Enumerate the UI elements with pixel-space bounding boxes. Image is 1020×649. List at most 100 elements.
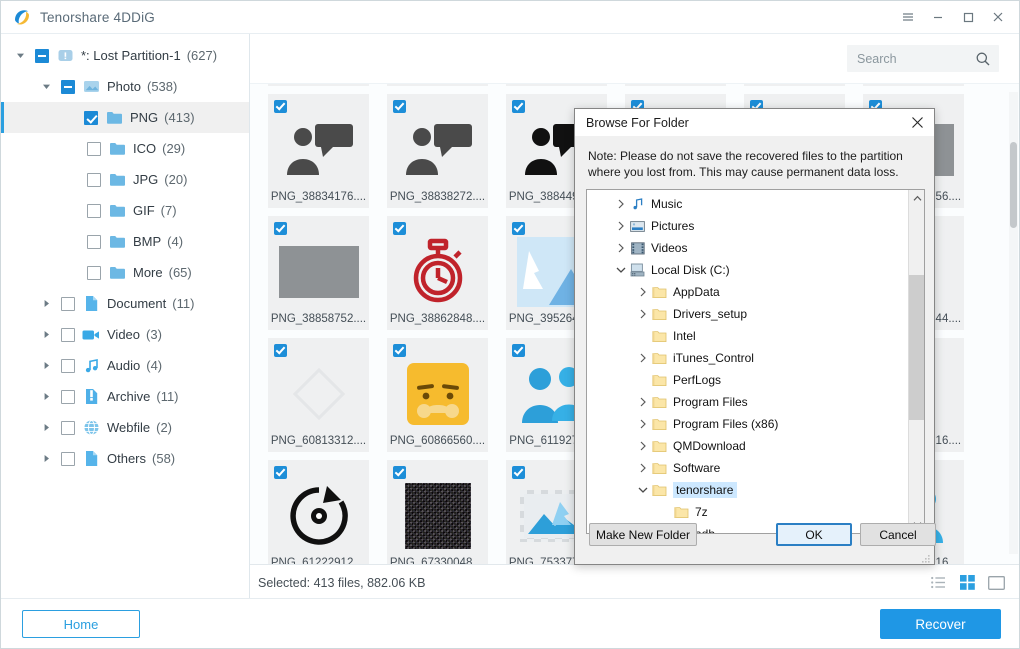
sidebar-item-checkbox[interactable] bbox=[61, 80, 75, 94]
sidebar-item-checkbox[interactable] bbox=[61, 421, 75, 435]
sidebar-item-ico[interactable]: ICO(29) bbox=[1, 133, 249, 164]
sidebar-item-checkbox[interactable] bbox=[61, 328, 75, 342]
minimize-icon[interactable] bbox=[923, 1, 953, 34]
sidebar-item-others[interactable]: Others(58) bbox=[1, 443, 249, 474]
chevron-right-icon[interactable] bbox=[635, 284, 651, 300]
folder-tree-item-7z[interactable]: 7z bbox=[587, 501, 924, 523]
thumbnail-checkbox[interactable] bbox=[512, 344, 525, 357]
sidebar-item-png[interactable]: PNG(413) bbox=[1, 102, 249, 133]
sidebar-item-checkbox[interactable] bbox=[87, 266, 101, 280]
thumbnail-checkbox[interactable] bbox=[393, 222, 406, 235]
folder-tree-item-itunes-control[interactable]: iTunes_Control bbox=[587, 347, 924, 369]
sidebar-item-checkbox[interactable] bbox=[84, 111, 98, 125]
thumbnail-cell[interactable]: PNG_67330048.... bbox=[387, 460, 488, 564]
sidebar-item-checkbox[interactable] bbox=[87, 142, 101, 156]
close-icon[interactable] bbox=[983, 1, 1013, 34]
sidebar-item-checkbox[interactable] bbox=[87, 235, 101, 249]
chevron-right-icon[interactable] bbox=[635, 460, 651, 476]
search-box[interactable] bbox=[847, 45, 999, 72]
thumbnail-checkbox[interactable] bbox=[393, 100, 406, 113]
chevron-right-icon[interactable] bbox=[38, 327, 54, 343]
chevron-right-icon[interactable] bbox=[635, 394, 651, 410]
sidebar-item-checkbox[interactable] bbox=[61, 297, 75, 311]
folder-tree-scrollbar-thumb[interactable] bbox=[909, 275, 925, 420]
thumbnail-checkbox[interactable] bbox=[512, 100, 525, 113]
sidebar-item-more[interactable]: More(65) bbox=[1, 257, 249, 288]
thumbnail-cell[interactable]: PNG_38862848.... bbox=[387, 216, 488, 330]
chevron-right-icon[interactable] bbox=[38, 420, 54, 436]
chevron-right-icon[interactable] bbox=[38, 296, 54, 312]
search-icon[interactable] bbox=[975, 51, 991, 67]
chevron-right-icon[interactable] bbox=[613, 240, 629, 256]
chevron-right-icon[interactable] bbox=[613, 218, 629, 234]
grid-scrollbar-thumb[interactable] bbox=[1010, 142, 1017, 228]
folder-tree-item-software[interactable]: Software bbox=[587, 457, 924, 479]
folder-tree-item-perflogs[interactable]: PerfLogs bbox=[587, 369, 924, 391]
thumbnail-checkbox[interactable] bbox=[393, 466, 406, 479]
thumbnail-cell[interactable]: PNG_61222912.... bbox=[268, 460, 369, 564]
sidebar-item-jpg[interactable]: JPG(20) bbox=[1, 164, 249, 195]
thumbnail-cell[interactable]: PNG_60813312.... bbox=[268, 338, 369, 452]
cancel-button[interactable]: Cancel bbox=[860, 523, 936, 546]
sidebar-item-bmp[interactable]: BMP(4) bbox=[1, 226, 249, 257]
sidebar-item-checkbox[interactable] bbox=[61, 452, 75, 466]
sidebar-item-checkbox[interactable] bbox=[35, 49, 49, 63]
thumbnail-checkbox[interactable] bbox=[274, 344, 287, 357]
thumbnail-cell[interactable]: PNG_38830080.... bbox=[268, 84, 369, 86]
chevron-right-icon[interactable] bbox=[635, 416, 651, 432]
menu-icon[interactable] bbox=[893, 1, 923, 34]
sidebar-item-checkbox[interactable] bbox=[61, 390, 75, 404]
sidebar-item-document[interactable]: Document(11) bbox=[1, 288, 249, 319]
grid-view-icon[interactable] bbox=[958, 574, 976, 592]
thumbnail-cell[interactable]: PNG_38840320.... bbox=[625, 84, 726, 86]
chevron-right-icon[interactable] bbox=[38, 389, 54, 405]
folder-tree-item-tenorshare[interactable]: tenorshare bbox=[587, 479, 924, 501]
thumbnail-checkbox[interactable] bbox=[274, 100, 287, 113]
folder-tree-item-intel[interactable]: Intel bbox=[587, 325, 924, 347]
folder-tree[interactable]: MusicPicturesVideosLocal Disk (C:)AppDat… bbox=[586, 189, 925, 534]
sidebar-item-photo[interactable]: Photo(538) bbox=[1, 71, 249, 102]
chevron-right-icon[interactable] bbox=[635, 306, 651, 322]
folder-tree-item-program-files-x86[interactable]: Program Files (x86) bbox=[587, 413, 924, 435]
maximize-icon[interactable] bbox=[953, 1, 983, 34]
chevron-right-icon[interactable] bbox=[38, 358, 54, 374]
grid-scrollbar[interactable] bbox=[1009, 92, 1018, 554]
sidebar-item-checkbox[interactable] bbox=[87, 173, 101, 187]
dialog-close-icon[interactable] bbox=[900, 109, 934, 137]
thumbnail-cell[interactable]: PNG_38834176.... bbox=[268, 94, 369, 208]
folder-tree-item-pictures[interactable]: Pictures bbox=[587, 215, 924, 237]
sidebar-item-webfile[interactable]: Webfile(2) bbox=[1, 412, 249, 443]
sidebar-item-checkbox[interactable] bbox=[61, 359, 75, 373]
thumbnail-cell[interactable]: PNG_38844416.... bbox=[863, 84, 964, 86]
thumbnail-checkbox[interactable] bbox=[274, 222, 287, 235]
search-input[interactable] bbox=[857, 52, 975, 66]
chevron-down-icon[interactable] bbox=[613, 262, 629, 278]
sidebar-item-video[interactable]: Video(3) bbox=[1, 319, 249, 350]
make-new-folder-button[interactable]: Make New Folder bbox=[589, 523, 697, 546]
chevron-right-icon[interactable] bbox=[635, 438, 651, 454]
thumbnail-cell[interactable]: PNG_60866560.... bbox=[387, 338, 488, 452]
sidebar-file-tree[interactable]: *: Lost Partition-1(627)Photo(538)PNG(41… bbox=[1, 34, 250, 600]
folder-tree-item-appdata[interactable]: AppData bbox=[587, 281, 924, 303]
sidebar-item-audio[interactable]: Audio(4) bbox=[1, 350, 249, 381]
chevron-right-icon[interactable] bbox=[613, 196, 629, 212]
folder-tree-item-program-files[interactable]: Program Files bbox=[587, 391, 924, 413]
thumbnail-checkbox[interactable] bbox=[512, 466, 525, 479]
chevron-down-icon[interactable] bbox=[12, 48, 28, 64]
thumbnail-checkbox[interactable] bbox=[274, 466, 287, 479]
folder-tree-scrollbar[interactable] bbox=[908, 190, 924, 533]
thumbnail-cell[interactable]: PNG_38832128.... bbox=[387, 84, 488, 86]
dialog-resize-grip[interactable] bbox=[921, 551, 931, 561]
scroll-up-icon[interactable] bbox=[909, 190, 925, 207]
sidebar-item-gif[interactable]: GIF(7) bbox=[1, 195, 249, 226]
thumbnail-checkbox[interactable] bbox=[512, 222, 525, 235]
folder-tree-item-drivers-setup[interactable]: Drivers_setup bbox=[587, 303, 924, 325]
ok-button[interactable]: OK bbox=[776, 523, 852, 546]
thumbnail-checkbox[interactable] bbox=[393, 344, 406, 357]
sidebar-item-checkbox[interactable] bbox=[87, 204, 101, 218]
folder-tree-item-videos[interactable]: Videos bbox=[587, 237, 924, 259]
thumbnail-cell[interactable]: PNG_38838272.... bbox=[387, 94, 488, 208]
recover-button[interactable]: Recover bbox=[880, 609, 1001, 639]
list-view-icon[interactable] bbox=[929, 574, 947, 592]
home-button[interactable]: Home bbox=[22, 610, 140, 638]
